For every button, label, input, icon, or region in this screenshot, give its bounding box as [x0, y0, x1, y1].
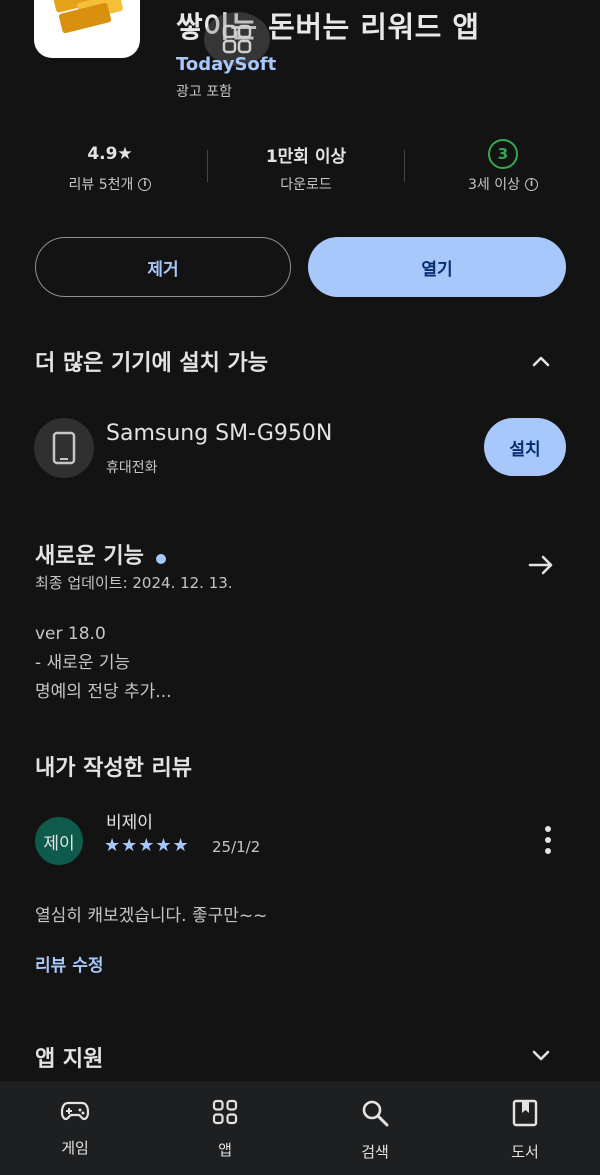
arrow-right-icon[interactable]: [526, 550, 556, 580]
nav-search[interactable]: 검색: [300, 1081, 450, 1175]
reviews-label: 리뷰 5천개: [68, 177, 134, 193]
phone-icon: [34, 418, 94, 478]
developer-link[interactable]: TodaySoft: [176, 54, 276, 75]
nav-games-label: 게임: [61, 1139, 89, 1157]
new-indicator-dot: [155, 553, 166, 564]
nav-apps-label: 앱: [218, 1141, 232, 1159]
more-devices-title: 더 많은 기기에 설치 가능: [35, 351, 269, 376]
edit-review-link[interactable]: 리뷰 수정: [35, 951, 103, 976]
whats-new-header[interactable]: 새로운 기능: [35, 538, 166, 570]
age-label: 3세 이상: [468, 177, 520, 193]
rating-stat[interactable]: 4.9★ 리뷰 5천개 i: [20, 142, 200, 194]
nav-books[interactable]: 도서: [450, 1081, 600, 1175]
info-icon: i: [525, 177, 538, 191]
star-rating: ★★★★★: [104, 835, 190, 856]
whats-new-title: 새로운 기능: [35, 544, 144, 569]
reviewer-name: 비제이: [106, 813, 153, 833]
avatar: 제이: [35, 817, 83, 865]
release-notes: ver 18.0 - 새로운 기능 명예의 전당 추가...: [35, 620, 172, 707]
chevron-down-icon[interactable]: [528, 1043, 554, 1069]
nav-books-label: 도서: [511, 1143, 539, 1161]
apps-grid-icon: [212, 1099, 238, 1129]
nav-games[interactable]: 게임: [0, 1081, 150, 1175]
age-rating-badge: 3: [488, 139, 518, 169]
divider: [404, 150, 405, 182]
release-note-line: - 새로운 기능: [35, 653, 131, 673]
release-note-line: 명예의 전당 추가...: [35, 682, 172, 702]
install-button[interactable]: 설치: [484, 418, 566, 476]
book-icon: [512, 1099, 538, 1131]
ads-label: 광고 포함: [176, 84, 232, 100]
gamepad-icon: [60, 1099, 90, 1127]
last-updated: 최종 업데이트: 2024. 12. 13.: [35, 574, 233, 592]
info-icon: i: [138, 177, 152, 191]
my-review-title: 내가 작성한 리뷰: [35, 756, 192, 781]
app-support-title[interactable]: 앱 지원: [35, 1041, 103, 1073]
downloads-stat: 1만회 이상 다운로드: [216, 142, 396, 194]
rating-value: 4.9★: [87, 144, 133, 164]
nav-apps[interactable]: 앱: [150, 1081, 300, 1175]
age-stat[interactable]: 3 3세 이상 i: [413, 139, 593, 194]
device-name: Samsung SM-G950N: [106, 421, 333, 446]
more-options-icon[interactable]: [538, 826, 558, 854]
bottom-navigation: 게임 앱 검색 도서: [0, 1081, 600, 1175]
open-button[interactable]: 열기: [308, 237, 566, 297]
nav-search-label: 검색: [361, 1143, 389, 1161]
app-icon: [34, 0, 140, 58]
downloads-label: 다운로드: [280, 177, 332, 193]
divider: [207, 150, 208, 182]
release-note-line: ver 18.0: [35, 624, 106, 644]
device-type: 휴대전화: [106, 460, 158, 476]
chevron-up-icon[interactable]: [528, 348, 554, 374]
review-date: 25/1/2: [212, 838, 261, 856]
search-icon: [361, 1099, 389, 1131]
downloads-value: 1만회 이상: [265, 146, 347, 167]
review-text: 열심히 캐보겠습니다. 좋구만~~: [35, 906, 268, 926]
uninstall-button[interactable]: 제거: [35, 237, 291, 297]
